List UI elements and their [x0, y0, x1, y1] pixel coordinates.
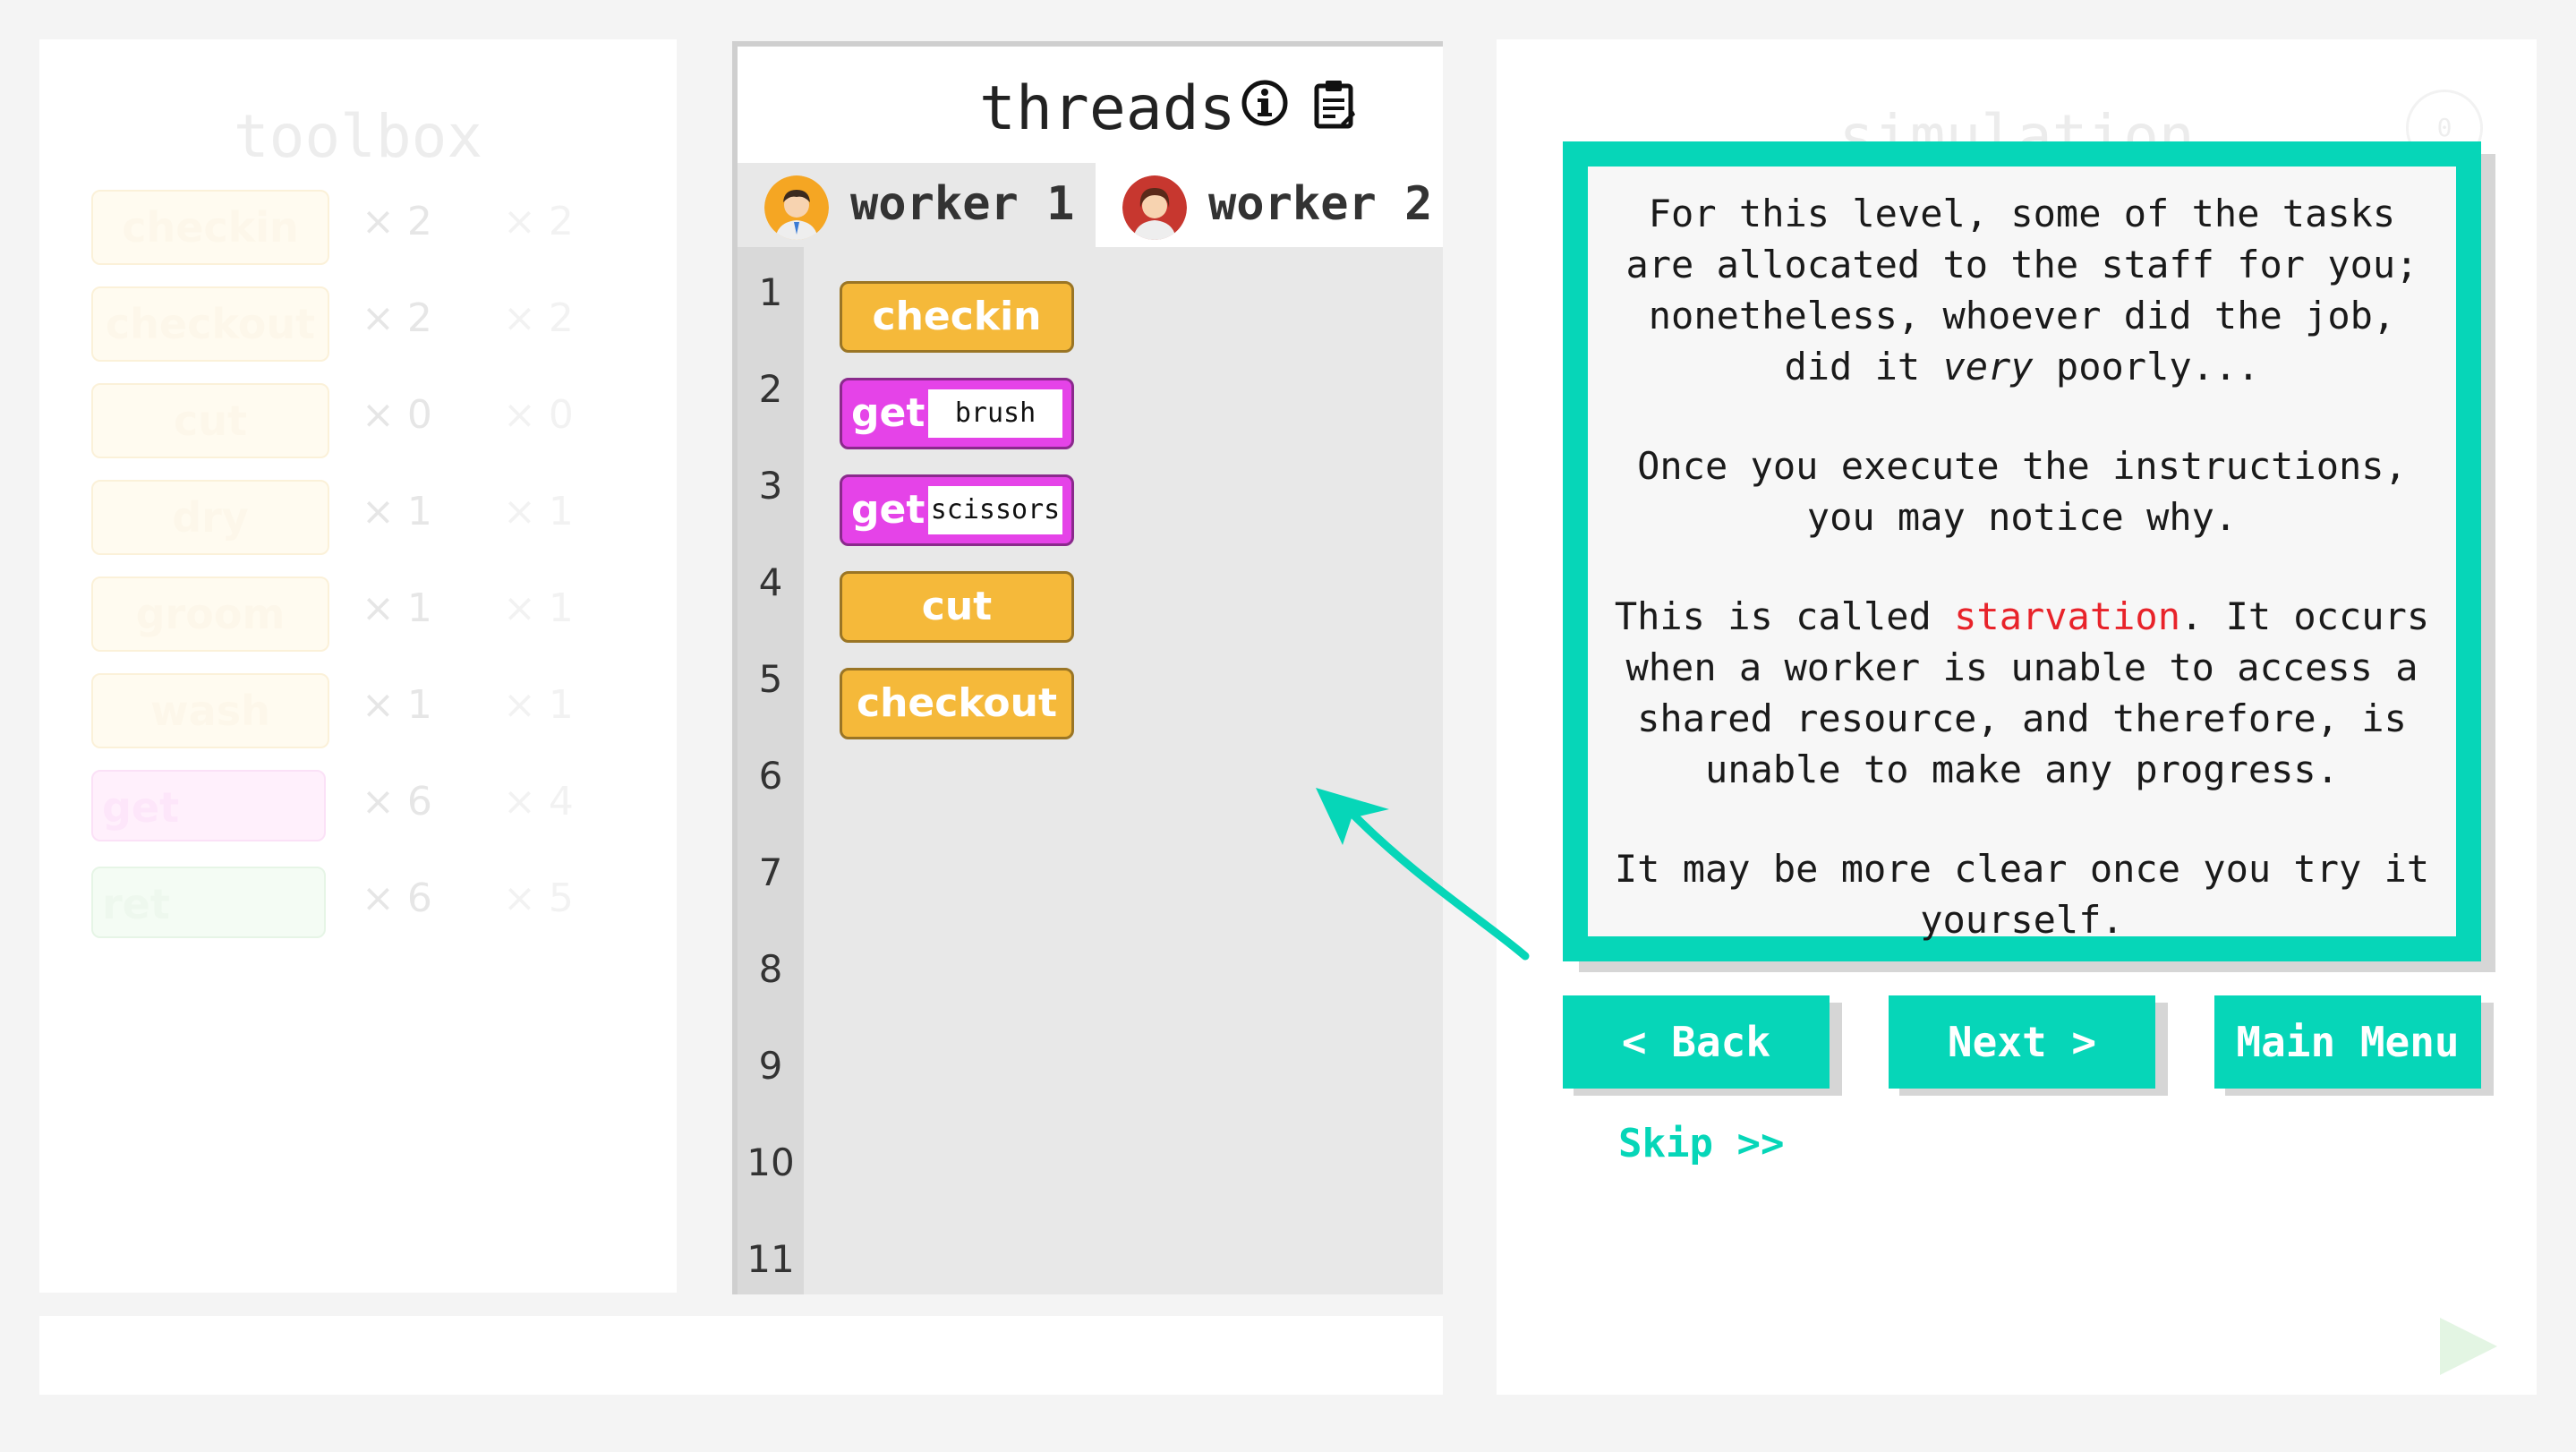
pointer-arrow-icon: [1316, 788, 1530, 961]
dialog-text: This is called: [1614, 594, 1955, 638]
back-button[interactable]: < Back: [1563, 995, 1830, 1089]
block-argument-input[interactable]: brush: [928, 389, 1062, 438]
toolbox-block-label[interactable]: dry: [91, 480, 329, 555]
toolbox-block-label[interactable]: wash: [91, 673, 329, 748]
toolbox-count: × 6: [362, 779, 432, 824]
line-number: 9: [758, 1044, 783, 1088]
line-number: 3: [758, 464, 783, 508]
block-keyword: get: [851, 390, 925, 436]
worker-1-avatar: [764, 175, 829, 240]
toolbox-count-secondary: × 2: [503, 295, 574, 341]
toolbox-count-secondary: × 2: [503, 199, 574, 244]
toolbox-count-secondary: × 1: [503, 489, 574, 534]
dialog-paragraph: It may be more clear once you try it you…: [1614, 847, 2430, 942]
block-keyword: get: [851, 487, 925, 533]
worker-2-avatar: [1122, 175, 1187, 240]
line-number: 10: [746, 1140, 795, 1184]
toolbox-count: × 6: [362, 875, 432, 921]
code-block-get-scissors[interactable]: get scissors: [840, 474, 1074, 546]
block-argument-input[interactable]: scissors: [928, 486, 1062, 534]
line-number: 6: [758, 754, 783, 798]
toolbox-block-label[interactable]: get: [91, 770, 326, 841]
toolbox-count: × 1: [362, 585, 432, 631]
toolbox-count: × 1: [362, 682, 432, 728]
toolbox-block-label[interactable]: ret: [91, 867, 326, 938]
toolbox-count-secondary: × 1: [503, 682, 574, 728]
toolbox-count-secondary: × 0: [503, 392, 574, 438]
toolbox-block-label[interactable]: checkout: [91, 286, 329, 362]
toolbox-block-label[interactable]: cut: [91, 383, 329, 458]
toolbox-item-get[interactable]: get × 6 × 4: [91, 770, 628, 845]
tutorial-dialog-body: For this level, some of the tasks are al…: [1588, 167, 2456, 942]
toolbox-count-secondary: × 5: [503, 875, 574, 921]
line-number: 7: [758, 850, 783, 894]
toolbox-count-secondary: × 4: [503, 779, 574, 824]
toolbox-item-ret[interactable]: ret × 6 × 5: [91, 867, 628, 942]
toolbox-panel: toolbox checkin × 2 × 2 checkout × 2 × 2…: [39, 39, 677, 1293]
skip-link[interactable]: Skip >>: [1618, 1121, 1784, 1166]
next-button[interactable]: Next >: [1889, 995, 2155, 1089]
threads-panel: threads worker 1 worker 2 1 2 3 4 5 6 7 …: [732, 41, 1443, 1294]
code-block-checkout[interactable]: checkout: [840, 668, 1074, 739]
toolbox-count: × 2: [362, 295, 432, 341]
toolbox-item-checkout[interactable]: checkout × 2 × 2: [91, 286, 628, 362]
tab-label: worker 1: [850, 177, 1075, 231]
dialog-highlight: starvation: [1954, 594, 2180, 638]
toolbox-count: × 2: [362, 199, 432, 244]
bottom-bar: [39, 1316, 1443, 1395]
dialog-paragraph: This is called starvation. It occurs whe…: [1606, 591, 2438, 795]
code-block-checkin[interactable]: checkin: [840, 281, 1074, 353]
line-number: 4: [758, 560, 783, 604]
toolbox-item-cut[interactable]: cut × 0 × 0: [91, 383, 628, 458]
tab-worker-1[interactable]: worker 1: [738, 163, 1096, 247]
tutorial-dialog: For this level, some of the tasks are al…: [1563, 141, 2481, 961]
code-block-get-brush[interactable]: get brush: [840, 378, 1074, 449]
line-number-gutter: 1 2 3 4 5 6 7 8 9 10 11: [738, 247, 804, 1294]
toolbox-block-label[interactable]: groom: [91, 577, 329, 652]
toolbox-item-wash[interactable]: wash × 1 × 1: [91, 673, 628, 748]
code-block-cut[interactable]: cut: [840, 571, 1074, 643]
threads-title: threads: [979, 73, 1236, 144]
toolbox-title: toolbox: [233, 102, 483, 171]
dialog-text: poorly...: [2033, 345, 2260, 389]
tab-worker-2[interactable]: worker 2: [1096, 163, 1443, 247]
clipboard-icon[interactable]: [1314, 79, 1355, 129]
dialog-paragraph: Once you execute the instructions, you m…: [1637, 444, 2407, 539]
tab-label: worker 2: [1208, 177, 1433, 231]
toolbox-item-dry[interactable]: dry × 1 × 1: [91, 480, 628, 555]
toolbox-count-secondary: × 1: [503, 585, 574, 631]
line-number: 2: [758, 367, 783, 411]
play-icon[interactable]: [2440, 1318, 2497, 1375]
dialog-emphasis: very: [1942, 345, 2034, 389]
toolbox-count: × 0: [362, 392, 432, 438]
toolbox-block-label[interactable]: checkin: [91, 190, 329, 265]
toolbox-count: × 1: [362, 489, 432, 534]
line-number: 1: [758, 270, 783, 314]
main-menu-button[interactable]: Main Menu: [2214, 995, 2481, 1089]
info-icon[interactable]: [1241, 79, 1289, 127]
line-number: 8: [758, 947, 783, 991]
line-number: 11: [746, 1237, 795, 1281]
toolbox-item-groom[interactable]: groom × 1 × 1: [91, 577, 628, 652]
dialog-paragraph: For this level, some of the tasks are al…: [1606, 188, 2438, 392]
toolbox-item-checkin[interactable]: checkin × 2 × 2: [91, 190, 628, 265]
line-number: 5: [758, 657, 783, 701]
